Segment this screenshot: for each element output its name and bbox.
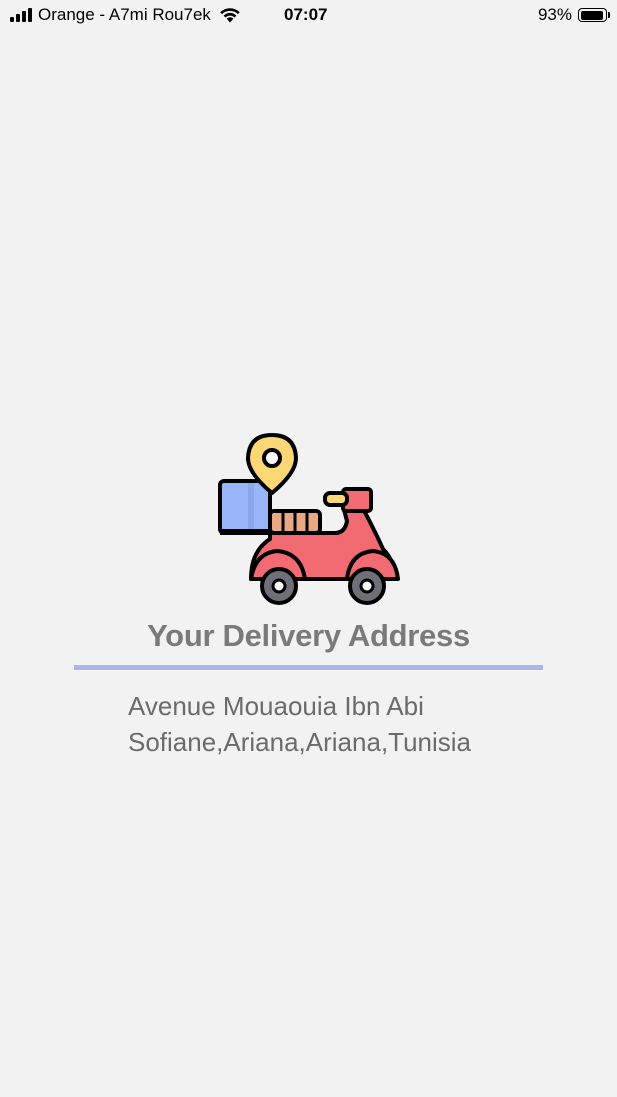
carrier-name: Orange - A7mi Rou7ek [38, 5, 211, 24]
battery-percentage: 93% [537, 5, 572, 24]
battery-icon [578, 8, 610, 22]
signal-strength-icon [10, 8, 32, 22]
page-title: Your Delivery Address [147, 618, 470, 653]
delivery-address-text: Avenue Mouaouia Ibn Abi Sofiane,Ariana,A… [128, 691, 472, 757]
delivery-scooter-icon [218, 433, 400, 605]
title-divider [74, 665, 543, 670]
status-bar-left: Orange - A7mi Rou7ek [10, 5, 241, 25]
battery-cap [608, 12, 610, 18]
wifi-icon [220, 8, 240, 23]
clock: 07:07 [284, 5, 328, 24]
battery-level-fill [580, 10, 603, 20]
status-bar-right: 93% [537, 5, 610, 25]
status-bar: Orange - A7mi Rou7ek 07:07 93% [0, 0, 617, 32]
